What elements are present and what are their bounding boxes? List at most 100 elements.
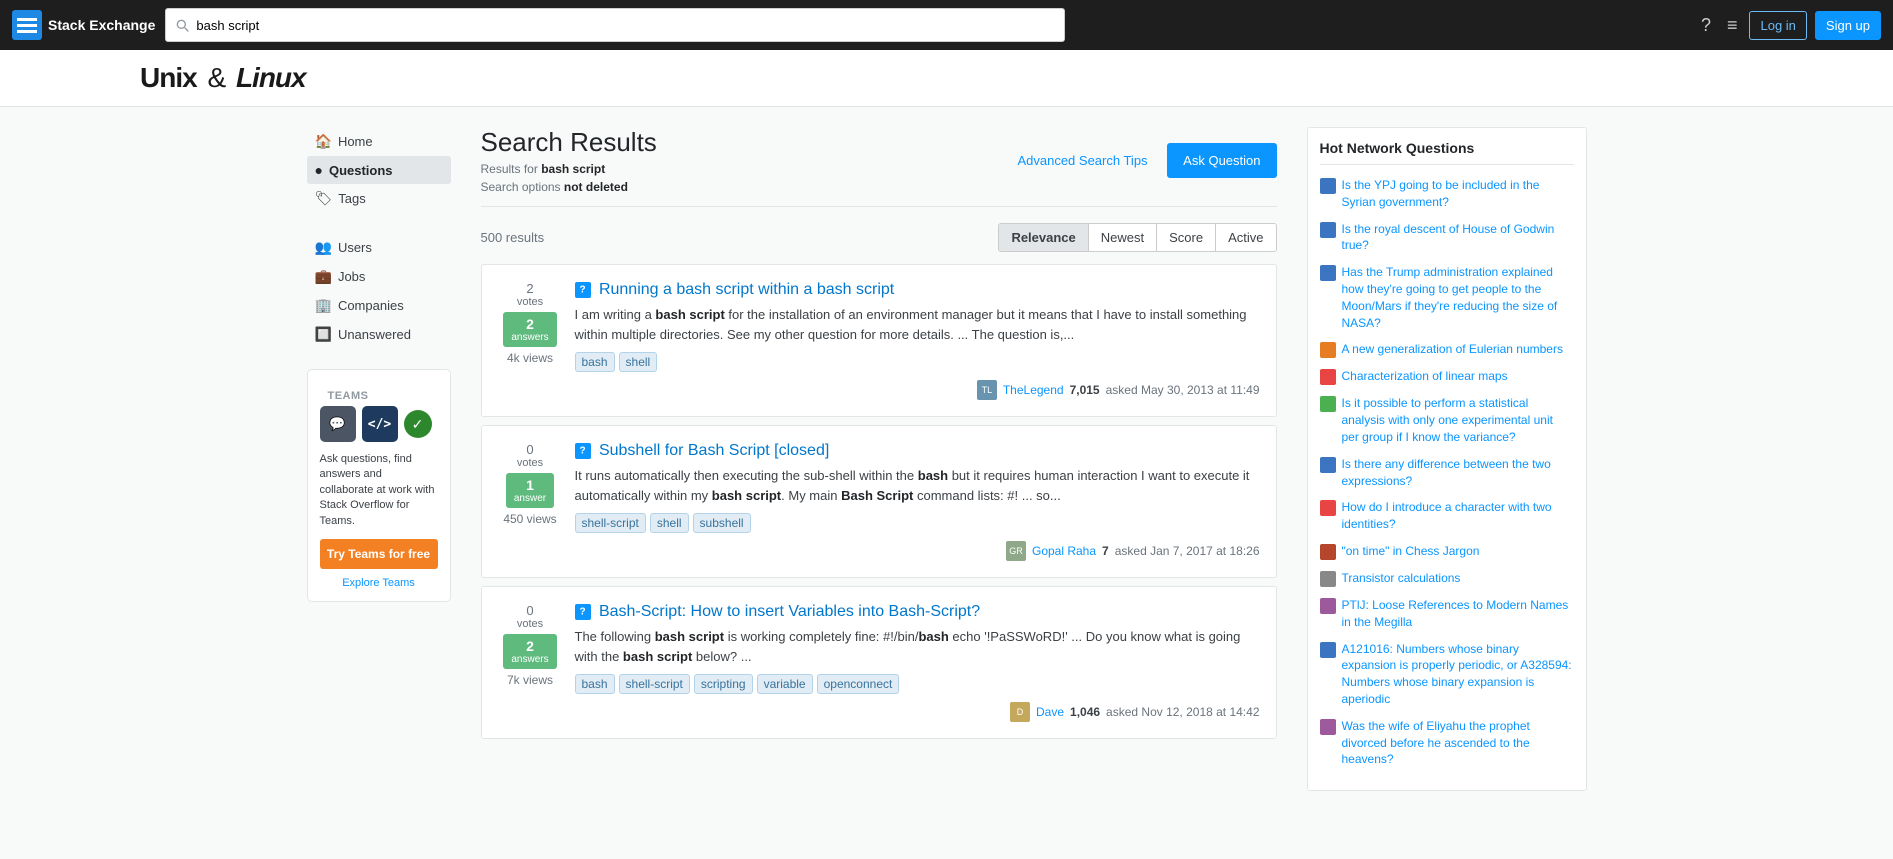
hot-network-item: Is there any difference between the two … [1320,456,1574,490]
hot-network-link[interactable]: Has the Trump administration explained h… [1342,264,1574,331]
search-header-actions: Advanced Search Tips Ask Question [1017,143,1276,178]
hot-network-link[interactable]: Transistor calculations [1342,570,1461,587]
search-bar[interactable] [165,8,1065,42]
hot-network-item: Is the YPJ going to be included in the S… [1320,177,1574,211]
signup-button[interactable]: Sign up [1815,11,1881,40]
try-teams-button[interactable]: Try Teams for free [320,539,438,569]
sidebar-item-unanswered[interactable]: 🔲 Unanswered [307,320,451,349]
question-meta: TL TheLegend 7,015 asked May 30, 2013 at… [575,380,1260,400]
sidebar-link-jobs[interactable]: 💼 Jobs [307,262,451,291]
tag-subshell[interactable]: subshell [693,513,751,533]
asked-text: asked Nov 12, 2018 at 14:42 [1106,705,1259,719]
hot-network-link[interactable]: Characterization of linear maps [1342,368,1508,385]
hot-network-link[interactable]: Is there any difference between the two … [1342,456,1574,490]
sort-tab-active[interactable]: Active [1216,224,1275,251]
hot-network-link[interactable]: Is it possible to perform a statistical … [1342,395,1574,445]
sidebar-item-jobs[interactable]: 💼 Jobs [307,262,451,291]
votes-number: 0 [526,442,533,457]
votes-number: 0 [526,603,533,618]
votes-label: votes [517,457,543,469]
sidebar-link-questions[interactable]: ● Questions [307,156,451,184]
hot-network-link[interactable]: Was the wife of Eliyahu the prophet divo… [1342,718,1574,768]
answers-number: 2 [526,316,534,332]
sidebar-item-companies[interactable]: 🏢 Companies [307,291,451,320]
hot-network-link[interactable]: Is the royal descent of House of Godwin … [1342,221,1574,255]
teams-description: Ask questions, find answers and collabor… [320,452,438,529]
tag-scripting[interactable]: scripting [694,674,753,694]
sidebar-link-unanswered[interactable]: 🔲 Unanswered [307,320,451,349]
tag-shell-script[interactable]: shell-script [575,513,646,533]
sidebar-link-home[interactable]: 🏠 Home [307,127,451,156]
hot-network-link[interactable]: How do I introduce a character with two … [1342,499,1574,533]
hot-network-title: Hot Network Questions [1320,140,1574,165]
sidebar-item-tags[interactable]: 🏷 Tags [307,184,451,213]
user-rep: 1,046 [1070,705,1100,719]
right-sidebar: Hot Network Questions Is the YPJ going t… [1297,127,1597,791]
sidebar-item-questions[interactable]: ● Questions [307,156,451,184]
hot-site-icon [1320,500,1336,516]
jobs-icon: 💼 [315,268,332,285]
sort-tab-relevance[interactable]: Relevance [999,224,1088,251]
search-input[interactable] [196,18,1056,33]
hot-network-item: "on time" in Chess Jargon [1320,543,1574,560]
teams-chat-icon: 💬 [320,406,356,442]
user-rep: 7 [1102,544,1109,558]
votes-number: 2 [526,281,533,296]
tag-bash[interactable]: bash [575,674,615,694]
tag-shell[interactable]: shell [619,352,658,372]
asked-text: asked May 30, 2013 at 11:49 [1106,383,1260,397]
sidebar-item-users[interactable]: 👥 Users [307,233,451,262]
hot-network-link[interactable]: "on time" in Chess Jargon [1342,543,1480,560]
sidebar-label-companies: Companies [338,298,404,313]
tag-shell[interactable]: shell [650,513,689,533]
question-title[interactable]: Bash-Script: How to insert Variables int… [575,603,1260,621]
sort-tab-score[interactable]: Score [1157,224,1216,251]
hot-network-link[interactable]: PTlJ: Loose References to Modern Names i… [1342,597,1574,631]
user-avatar: TL [977,380,997,400]
sidebar-link-companies[interactable]: 🏢 Companies [307,291,451,320]
hot-network-link[interactable]: A121016: Numbers whose binary expansion … [1342,641,1574,708]
tag-bash[interactable]: bash [575,352,615,372]
sidebar-label-jobs: Jobs [338,269,365,284]
tag-openconnect[interactable]: openconnect [817,674,900,694]
sidebar-link-tags[interactable]: 🏷 Tags [307,184,451,213]
user-name: TheLegend [1003,383,1064,397]
hot-network-item: How do I introduce a character with two … [1320,499,1574,533]
question-title[interactable]: Subshell for Bash Script [closed] [575,442,1260,460]
tag-variable[interactable]: variable [757,674,813,694]
hot-network-item: Has the Trump administration explained h… [1320,264,1574,331]
ask-question-button[interactable]: Ask Question [1167,143,1276,178]
tags-icon: 🏷 [315,190,333,207]
explore-teams-link[interactable]: Explore Teams [320,577,438,589]
question-item: 0 votes 1 answer 450 views Subshell for … [481,425,1277,578]
question-item: 0 votes 2 answers 7k views Bash-Script: … [481,586,1277,739]
sidebar-item-home[interactable]: 🏠 Home [307,127,451,156]
hot-network-item: Is the royal descent of House of Godwin … [1320,221,1574,255]
question-excerpt: The following bash script is working com… [575,627,1260,666]
search-results-title: Search Results [481,127,657,158]
votes-count: 2 votes [517,281,543,308]
help-button[interactable]: ? [1697,11,1715,40]
question-title[interactable]: Running a bash script within a bash scri… [575,281,1260,299]
hot-network-item: Transistor calculations [1320,570,1574,587]
question-tags: bash shell-script scripting variable ope… [575,674,1260,694]
tag-shell-script[interactable]: shell-script [619,674,690,694]
user-name: Gopal Raha [1032,544,1096,558]
question-type-icon [575,604,591,620]
hot-site-icon [1320,369,1336,385]
question-excerpt: I am writing a bash script for the insta… [575,305,1260,344]
user-avatar: GR [1006,541,1026,561]
hot-network-link[interactable]: Is the YPJ going to be included in the S… [1342,177,1574,211]
sort-tab-newest[interactable]: Newest [1089,224,1157,251]
question-meta: GR Gopal Raha 7 asked Jan 7, 2017 at 18:… [575,541,1260,561]
advanced-search-link[interactable]: Advanced Search Tips [1017,153,1147,168]
results-for-query: bash script [541,162,605,176]
sidebar-link-users[interactable]: 👥 Users [307,233,451,262]
hot-site-icon [1320,457,1336,473]
site-logo-text1: Unix [140,62,197,93]
teams-check-icon: ✓ [404,410,432,438]
inbox-button[interactable]: ≡ [1723,11,1742,40]
votes-count: 0 votes [517,442,543,469]
login-button[interactable]: Log in [1749,11,1806,40]
hot-network-link[interactable]: A new generalization of Eulerian numbers [1342,341,1563,358]
